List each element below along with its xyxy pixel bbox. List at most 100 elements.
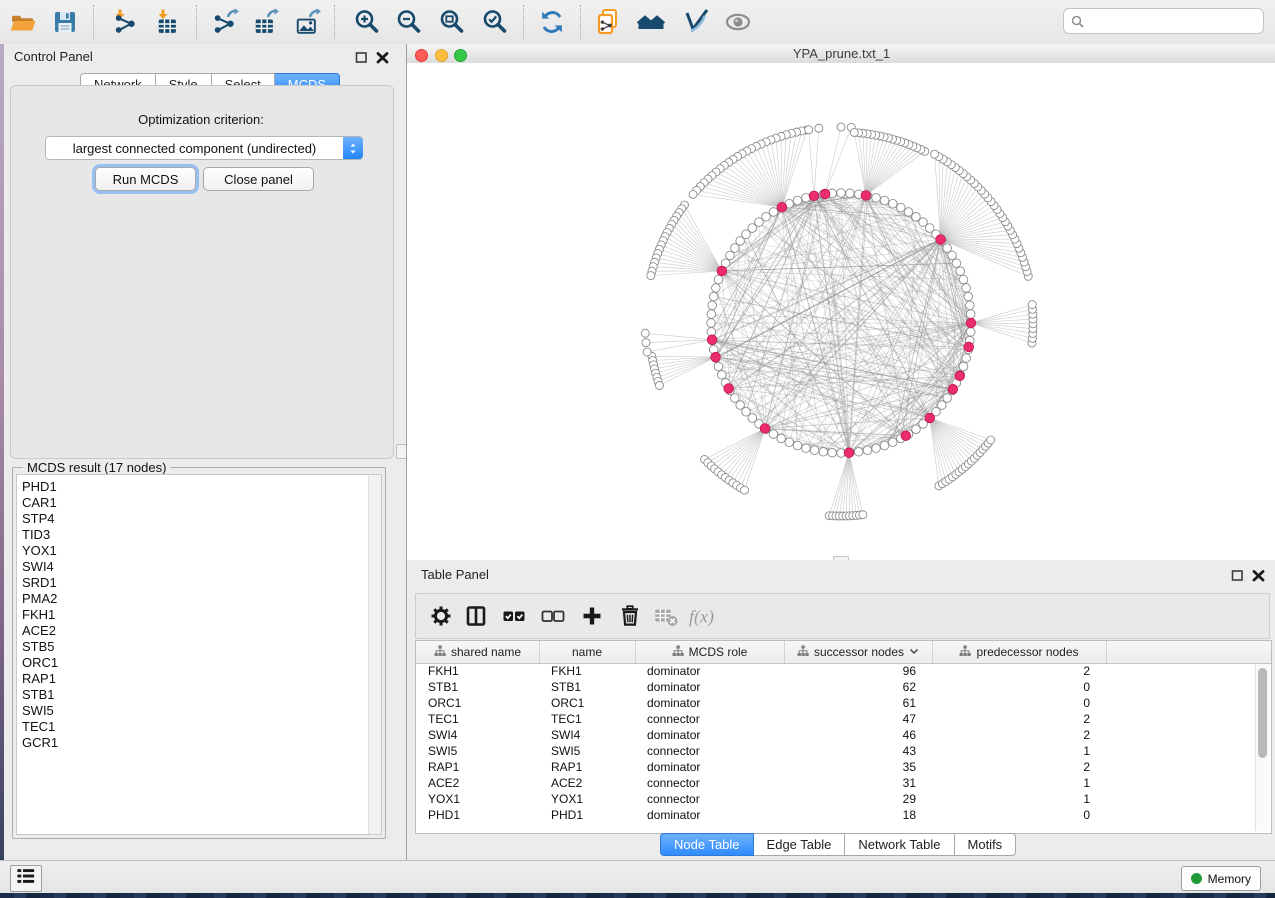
function-builder-icon: f(x) (686, 601, 716, 631)
result-node-item[interactable]: CAR1 (22, 495, 58, 511)
result-node-item[interactable]: TID3 (22, 527, 58, 543)
table-row[interactable]: SWI4SWI4dominator462 (416, 727, 1271, 743)
table-cell: 2 (932, 711, 1090, 727)
gear-icon[interactable] (426, 601, 456, 631)
table-cell: dominator (647, 727, 700, 743)
zoom-selected-icon[interactable] (480, 7, 510, 37)
memory-label: Memory (1208, 872, 1251, 886)
table-row[interactable]: ORC1ORC1dominator610 (416, 695, 1271, 711)
mcds-result-list[interactable]: PHD1CAR1STP4TID3YOX1SWI4SRD1PMA2FKH1ACE2… (16, 474, 382, 835)
result-node-item[interactable]: STP4 (22, 511, 58, 527)
result-node-item[interactable]: SWI5 (22, 703, 58, 719)
network-window-titlebar[interactable]: YPA_prune.txt_1 (407, 44, 1275, 64)
result-node-item[interactable]: TEC1 (22, 719, 58, 735)
close-panel-icon[interactable] (375, 50, 390, 70)
table-panel-title: Table Panel (421, 567, 489, 582)
import-table-icon[interactable] (152, 7, 182, 37)
search-box (1063, 8, 1264, 34)
result-node-item[interactable]: STB1 (22, 687, 58, 703)
search-icon (1071, 15, 1084, 28)
result-node-item[interactable]: FKH1 (22, 607, 58, 623)
task-history-button[interactable] (10, 865, 42, 892)
zoom-out-icon[interactable] (394, 7, 424, 37)
tab-motifs[interactable]: Motifs (955, 833, 1017, 856)
result-node-item[interactable]: YOX1 (22, 543, 58, 559)
result-node-item[interactable]: STB5 (22, 639, 58, 655)
select-all-icon[interactable] (499, 601, 529, 631)
optimization-criterion-combo[interactable]: largest connected component (undirected) (45, 136, 363, 160)
delete-icon[interactable] (615, 601, 645, 631)
result-node-item[interactable]: PHD1 (22, 479, 58, 495)
table-cell: 31 (784, 775, 916, 791)
table-cell: 2 (932, 663, 1090, 679)
add-icon[interactable] (577, 601, 607, 631)
import-network-icon[interactable] (109, 7, 139, 37)
zoom-fit-icon[interactable] (437, 7, 467, 37)
table-cell: FKH1 (551, 663, 582, 679)
tab-edge-table[interactable]: Edge Table (754, 833, 846, 856)
table-row[interactable]: YOX1YOX1connector291 (416, 791, 1271, 807)
close-panel-button[interactable]: Close panel (203, 167, 314, 191)
table-row[interactable]: PHD1PHD1dominator180 (416, 807, 1271, 823)
network-canvas[interactable] (407, 63, 1275, 560)
column-header-successor-nodes[interactable]: successor nodes (784, 641, 933, 663)
table-scrollbar[interactable] (1255, 664, 1270, 831)
run-mcds-button[interactable]: Run MCDS (95, 167, 196, 191)
table-row[interactable]: STB1STB1dominator620 (416, 679, 1271, 695)
open-file-icon[interactable] (8, 7, 38, 37)
table-row[interactable]: TEC1TEC1connector472 (416, 711, 1271, 727)
export-network-icon[interactable] (210, 7, 240, 37)
column-header-predecessor-nodes[interactable]: predecessor nodes (932, 641, 1107, 663)
refresh-icon[interactable] (537, 7, 567, 37)
result-node-item[interactable]: ORC1 (22, 655, 58, 671)
column-label: predecessor nodes (976, 645, 1078, 659)
memory-button[interactable]: Memory (1181, 866, 1261, 891)
new-network-file-icon[interactable] (593, 7, 623, 37)
network-graph-svg[interactable] (407, 63, 1275, 560)
result-node-item[interactable]: RAP1 (22, 671, 58, 687)
table-cell: 35 (784, 759, 916, 775)
houses-icon[interactable] (636, 7, 666, 37)
column-header-MCDS-role[interactable]: MCDS role (635, 641, 785, 663)
main-toolbar (0, 0, 1275, 45)
table-cell: PHD1 (551, 807, 583, 823)
table-cell: 43 (784, 743, 916, 759)
column-header-name[interactable]: name (539, 641, 636, 663)
search-input[interactable] (1088, 11, 1263, 31)
table-row[interactable]: SWI5SWI5connector431 (416, 743, 1271, 759)
result-node-item[interactable]: PMA2 (22, 591, 58, 607)
deselect-all-icon[interactable] (538, 601, 568, 631)
result-list-scrollbar[interactable] (368, 475, 381, 834)
column-header-shared-name[interactable]: shared name (416, 641, 540, 663)
table-row[interactable]: FKH1FKH1dominator962 (416, 663, 1271, 679)
table-cell: connector (647, 791, 700, 807)
table-cell: 47 (784, 711, 916, 727)
result-node-item[interactable]: ACE2 (22, 623, 58, 639)
memory-status-dot (1191, 873, 1202, 884)
export-table-icon[interactable] (250, 7, 280, 37)
result-node-item[interactable]: SWI4 (22, 559, 58, 575)
float-panel-icon[interactable] (354, 50, 369, 70)
tab-network-table[interactable]: Network Table (845, 833, 954, 856)
node-table: shared namenameMCDS rolesuccessor nodes p… (415, 640, 1272, 834)
table-cell: RAP1 (551, 759, 582, 775)
combo-value: largest connected component (undirected) (46, 141, 343, 156)
table-row[interactable]: RAP1RAP1dominator352 (416, 759, 1271, 775)
result-node-item[interactable]: SRD1 (22, 575, 58, 591)
table-cell: 0 (932, 807, 1090, 823)
columns-icon[interactable] (461, 601, 491, 631)
table-scrollbar-thumb[interactable] (1258, 668, 1267, 758)
table-panel: Table Panel f(x) shared namenameMCDS rol… (406, 560, 1275, 860)
result-node-item[interactable]: GCR1 (22, 735, 58, 751)
export-image-icon[interactable] (292, 7, 322, 37)
style-brush-icon[interactable] (680, 7, 710, 37)
tab-node-table[interactable]: Node Table (660, 833, 754, 856)
table-row[interactable]: ACE2ACE2connector311 (416, 775, 1271, 791)
table-cell: FKH1 (428, 663, 459, 679)
zoom-in-icon[interactable] (352, 7, 382, 37)
table-cell: 61 (784, 695, 916, 711)
close-table-panel-icon[interactable] (1251, 568, 1266, 588)
save-session-icon[interactable] (50, 7, 80, 37)
eye-icon[interactable] (723, 7, 753, 37)
float-table-panel-icon[interactable] (1230, 568, 1245, 588)
